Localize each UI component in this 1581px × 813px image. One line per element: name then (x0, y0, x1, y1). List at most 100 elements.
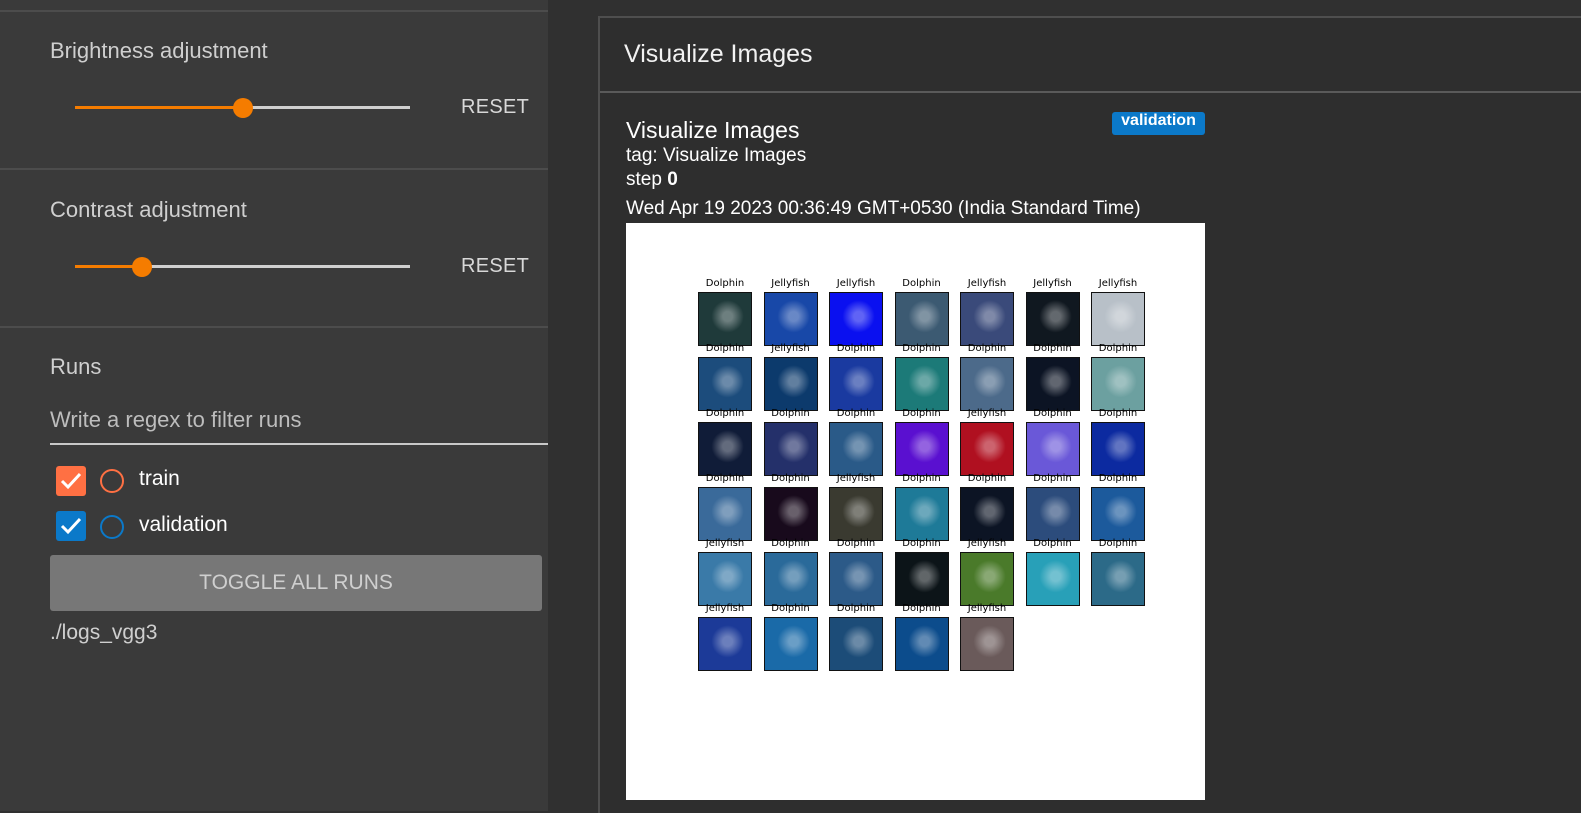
run-badge: validation (1112, 112, 1205, 135)
grid-cell-label: Jellyfish (705, 603, 745, 614)
grid-cell-image (829, 292, 883, 346)
image-frame[interactable]: Dolphin Jellyfish Jellyfish Dolphin Jellyfis… (626, 223, 1205, 800)
grid-cell-label: Jellyfish (967, 603, 1007, 614)
grid-cell-label: Dolphin (771, 473, 810, 484)
grid-cell-image (960, 487, 1014, 541)
divider (0, 168, 548, 170)
grid-cell-label: Dolphin (1033, 408, 1072, 419)
brightness-reset-button[interactable]: RESET (461, 96, 529, 119)
checkmark-icon (60, 517, 82, 535)
brightness-slider-fill (75, 106, 243, 109)
train-checkbox[interactable] (56, 466, 86, 496)
validation-checkbox[interactable] (56, 511, 86, 541)
grid-cell-label: Jellyfish (836, 473, 876, 484)
grid-cell-image (1091, 487, 1145, 541)
grid-cell-label: Dolphin (705, 473, 745, 484)
grid-cell-label: Dolphin (902, 603, 941, 614)
grid-cell-image (894, 357, 949, 411)
grid-cell-image (960, 552, 1014, 606)
run-label-validation: validation (139, 513, 228, 536)
contrast-slider-thumb[interactable] (132, 257, 152, 277)
grid-cell-image (1091, 552, 1145, 606)
grid-cell-label: Dolphin (1033, 473, 1072, 484)
grid-cell-image (763, 487, 818, 541)
grid-cell-label: Dolphin (705, 408, 745, 419)
grid-cell-image (829, 617, 883, 671)
grid-cell-image (894, 617, 949, 671)
contrast-reset-button[interactable]: RESET (461, 255, 529, 278)
grid-cell-label: Dolphin (902, 538, 941, 549)
runs-filter-input[interactable]: Write a regex to filter runs (50, 403, 548, 445)
grid-cell-image (960, 292, 1014, 346)
card-header: Visualize Images (600, 18, 1581, 93)
contrast-slider[interactable] (75, 257, 410, 277)
grid-cell-label: Jellyfish (967, 408, 1007, 419)
grid-cell-label: Dolphin (771, 603, 810, 614)
contrast-title: Contrast adjustment (50, 197, 247, 222)
step-value: 0 (667, 169, 678, 190)
grid-cell-image (1025, 487, 1080, 541)
grid-cell-image (829, 422, 883, 476)
grid-cell-image (960, 422, 1014, 476)
grid-cell-label: Dolphin (1098, 343, 1138, 354)
grid-cell-image (1025, 422, 1080, 476)
image-title: Visualize Images (626, 117, 800, 143)
grid-cell-label: Dolphin (836, 603, 876, 614)
grid-cell-label: Jellyfish (967, 278, 1007, 289)
log-directory: ./logs_vgg3 (50, 621, 158, 644)
grid-cell-label: Jellyfish (1098, 278, 1138, 289)
grid-cell-label: Dolphin (1033, 538, 1072, 549)
grid-cell-image (763, 617, 818, 671)
validation-color-icon[interactable] (100, 515, 124, 539)
grid-cell-label: Dolphin (836, 538, 876, 549)
train-color-icon[interactable] (100, 469, 124, 493)
grid-cell-image (894, 552, 949, 606)
grid-cell-image (894, 487, 949, 541)
timestamp: Wed Apr 19 2023 00:36:49 GMT+0530 (India… (626, 198, 1141, 219)
grid-cell-label: Dolphin (1098, 473, 1138, 484)
grid-cell-label: Jellyfish (771, 278, 810, 289)
grid-cell-image (1091, 422, 1145, 476)
step-line: step 0 (626, 169, 678, 191)
grid-cell-label: Dolphin (902, 473, 941, 484)
divider (0, 10, 548, 12)
grid-cell-image (1025, 552, 1080, 606)
grid-cell-label: Dolphin (771, 538, 810, 549)
grid-cell-label: Jellyfish (1033, 278, 1072, 289)
divider (0, 326, 548, 328)
brightness-slider[interactable] (75, 98, 410, 118)
grid-cell-image (698, 552, 752, 606)
grid-cell-image (698, 487, 752, 541)
grid-cell-label: Dolphin (1033, 343, 1072, 354)
grid-cell-image (960, 357, 1014, 411)
checkmark-icon (60, 472, 82, 490)
grid-cell-image (829, 487, 883, 541)
brightness-title: Brightness adjustment (50, 38, 268, 63)
grid-cell-label: Dolphin (902, 408, 941, 419)
grid-cell-label: Dolphin (836, 343, 876, 354)
grid-cell-image (829, 357, 883, 411)
tag-line: tag: Visualize Images (626, 145, 807, 166)
grid-cell-image (1025, 357, 1080, 411)
image-card: Visualize Images Visualize Images tag: V… (598, 16, 1581, 813)
grid-cell-label: Jellyfish (836, 278, 876, 289)
grid-cell-label: Dolphin (902, 278, 941, 289)
grid-cell-label: Jellyfish (771, 343, 810, 354)
grid-cell-image (829, 552, 883, 606)
grid-cell-image (894, 292, 949, 346)
brightness-slider-thumb[interactable] (232, 98, 253, 118)
runs-title: Runs (50, 354, 102, 379)
grid-cell-label: Dolphin (1098, 408, 1138, 419)
grid-cell-label: Dolphin (967, 473, 1007, 484)
grid-cell-label: Dolphin (705, 278, 745, 289)
run-label-train: train (139, 467, 180, 490)
grid-cell-image (698, 357, 752, 411)
grid-cell-label: Dolphin (771, 408, 810, 419)
grid-cell-label: Jellyfish (705, 538, 745, 549)
grid-cell-image (698, 292, 752, 346)
toggle-all-runs-button[interactable]: TOGGLE ALL RUNS (50, 555, 542, 611)
grid-cell-label: Jellyfish (967, 538, 1007, 549)
grid-cell-image (763, 292, 818, 346)
grid-cell-image (1091, 292, 1145, 346)
step-prefix: step (626, 169, 662, 190)
